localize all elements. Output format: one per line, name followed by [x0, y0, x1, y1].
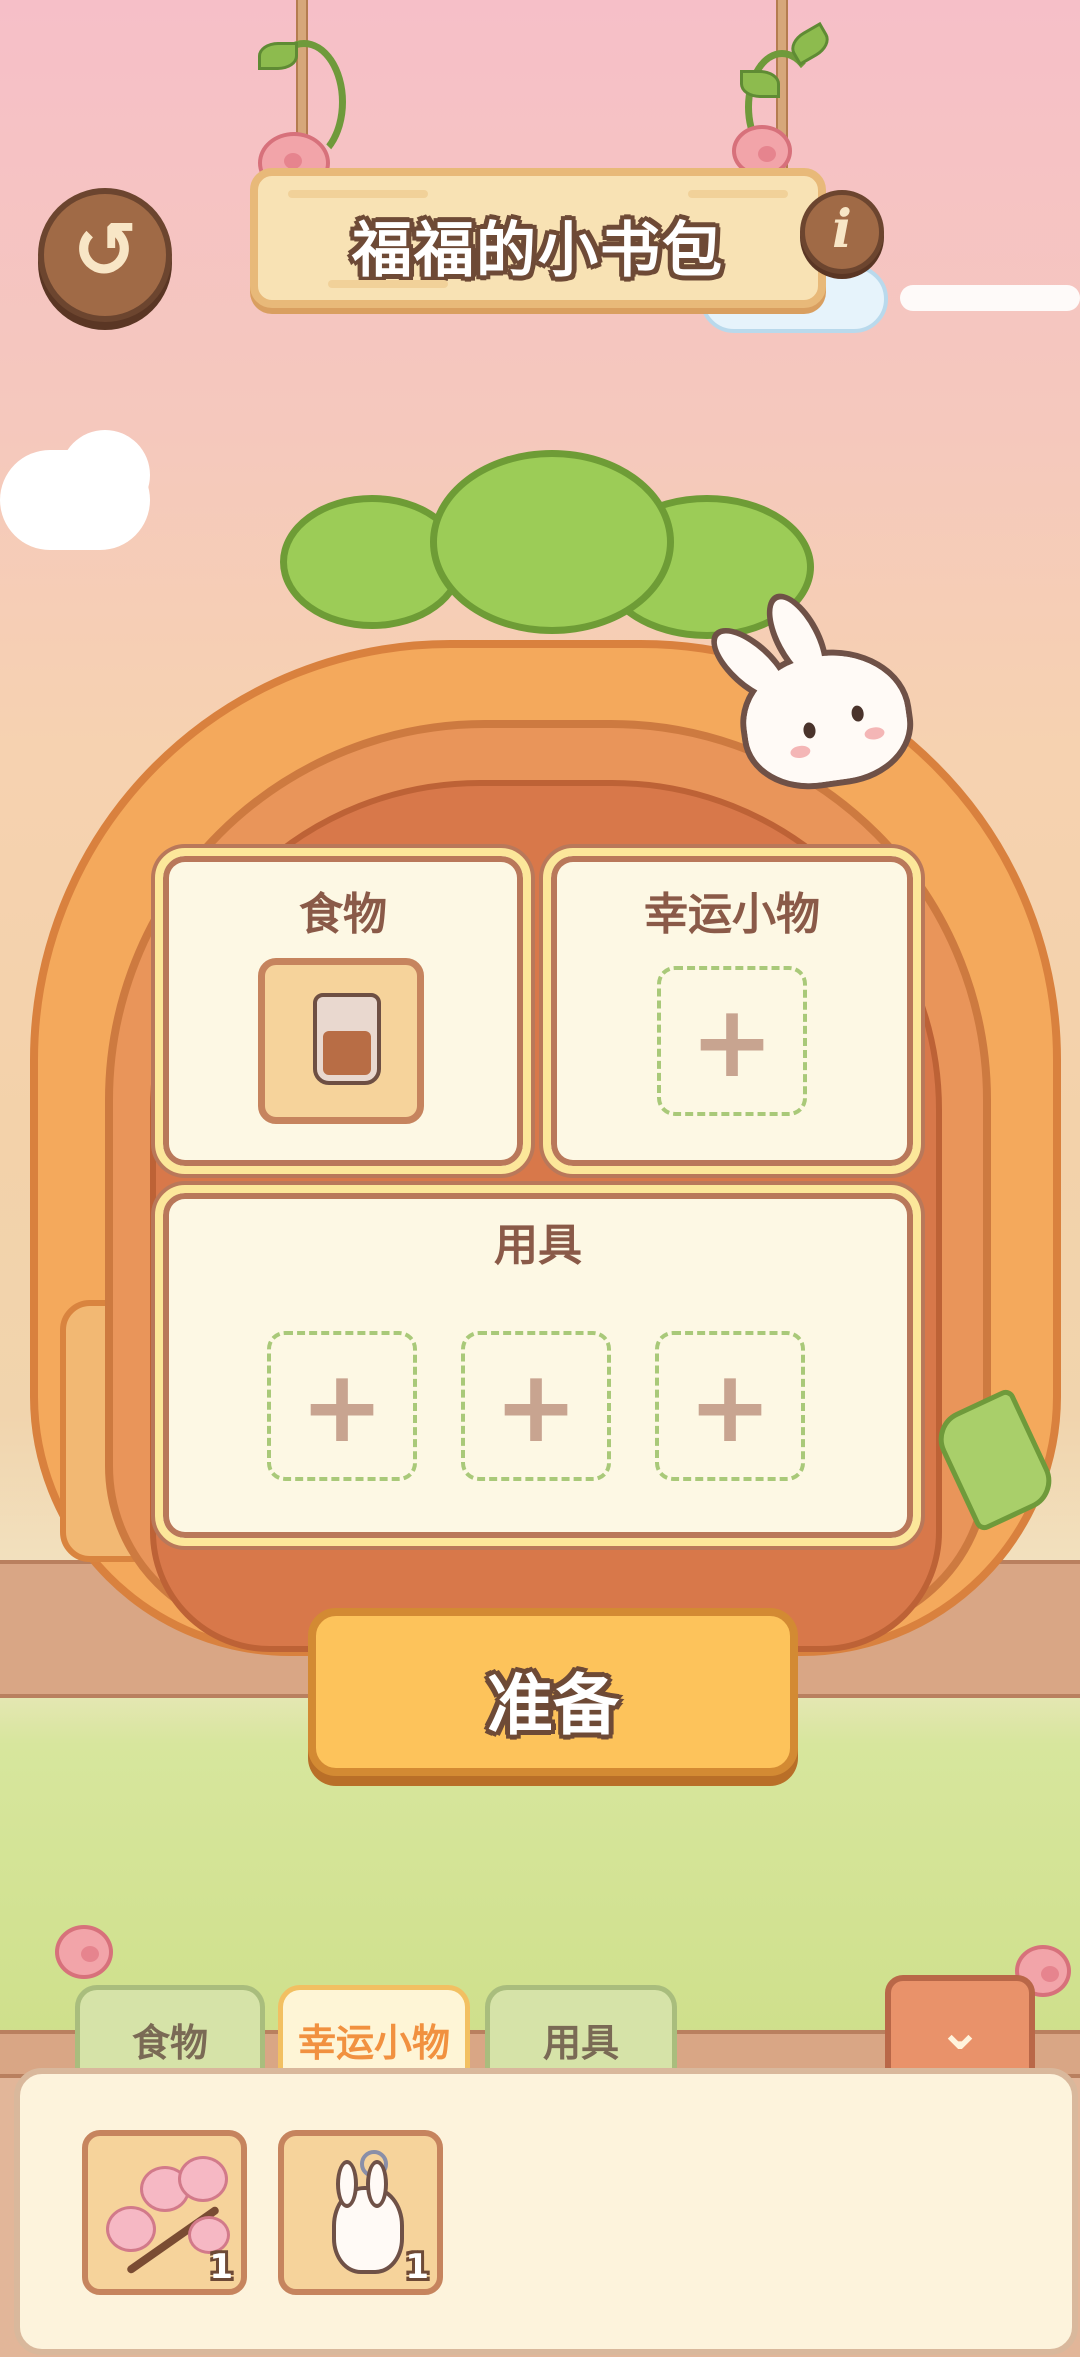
tab-tools-label: 用具 — [542, 2021, 619, 2065]
inventory-item-cherry-blossom[interactable]: 1 — [82, 2130, 247, 2295]
info-icon: i — [832, 199, 852, 260]
food-panel-label: 食物 — [299, 889, 387, 940]
plus-icon: + — [494, 1348, 578, 1465]
backpack-leaf — [430, 450, 674, 634]
blossom-icon — [106, 2206, 156, 2252]
bunny-charm-ear — [366, 2160, 388, 2208]
plus-icon: + — [690, 983, 774, 1100]
lucky-item-panel: 幸运小物 + — [543, 848, 921, 1174]
cloud — [60, 430, 150, 520]
item-count: 1 — [405, 2247, 429, 2287]
page-title: 福福的小书包 — [352, 216, 724, 286]
leaf — [258, 42, 298, 70]
tab-lucky-items-label: 幸运小物 — [297, 2021, 450, 2065]
bunny-charm-ear — [336, 2160, 358, 2208]
plus-icon: + — [688, 1348, 772, 1465]
leaf — [740, 70, 780, 98]
plus-icon: + — [300, 1348, 384, 1465]
info-button[interactable]: i — [800, 190, 884, 274]
tools-panel-label: 用具 — [494, 1220, 582, 1271]
food-panel: 食物 — [155, 848, 531, 1174]
tool-slot-empty[interactable]: + — [655, 1331, 805, 1481]
tab-food-label: 食物 — [131, 2021, 208, 2065]
back-arrow-icon: ↺ — [72, 206, 138, 296]
sign-decoration — [688, 190, 788, 198]
tools-panel: 用具 + + + — [155, 1185, 921, 1546]
flower-decoration — [55, 1925, 113, 1979]
cloud — [900, 285, 1080, 311]
inventory-item-bunny-keychain[interactable]: 1 — [278, 2130, 443, 2295]
lucky-item-panel-label: 幸运小物 — [644, 889, 820, 940]
tool-slot-empty[interactable]: + — [267, 1331, 417, 1481]
lucky-item-slot-empty[interactable]: + — [657, 966, 807, 1116]
iced-drink-icon — [313, 993, 381, 1085]
back-button[interactable]: ↺ — [38, 188, 172, 322]
ready-button-label: 准备 — [487, 1667, 619, 1744]
sign-decoration — [288, 190, 428, 198]
sign-decoration — [328, 280, 448, 288]
title-sign: 福福的小书包 — [250, 168, 826, 308]
tool-slot-empty[interactable]: + — [461, 1331, 611, 1481]
item-count: 1 — [209, 2247, 233, 2287]
blossom-icon — [178, 2156, 228, 2202]
food-slot-filled[interactable] — [258, 958, 424, 1124]
chevron-down-icon: ⌄ — [937, 1999, 983, 2062]
ready-button[interactable]: 准备 — [308, 1608, 798, 1776]
